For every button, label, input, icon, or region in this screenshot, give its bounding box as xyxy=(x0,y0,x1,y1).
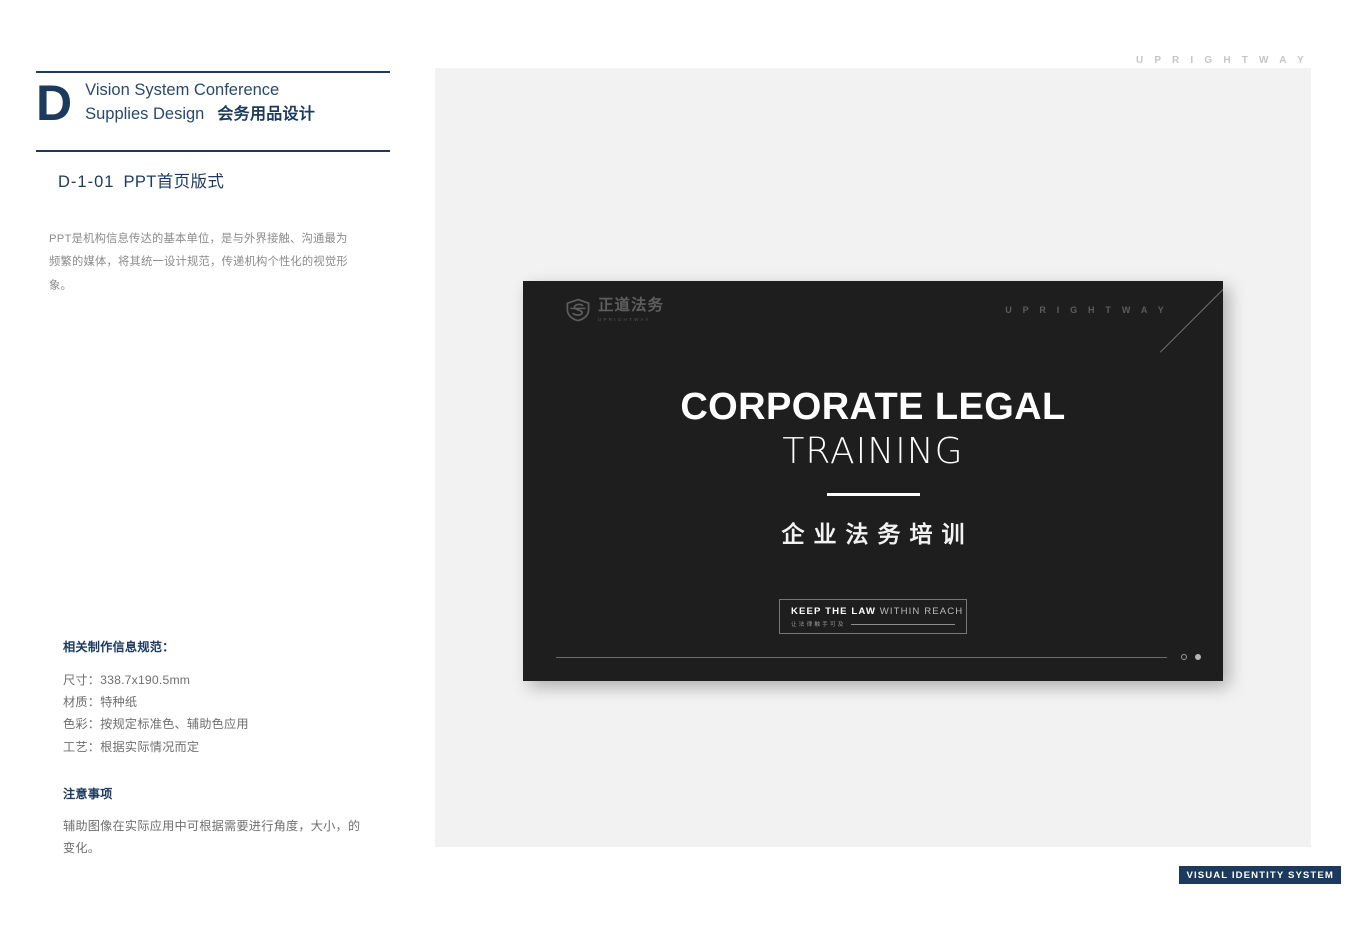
section-header-text: Vision System Conference Supplies Design… xyxy=(85,79,315,126)
shield-icon xyxy=(566,298,590,322)
corner-accent-line xyxy=(1151,281,1223,353)
slide-tagline-box: KEEP THE LAW WITHIN REACH 让法律触手可及 xyxy=(779,599,967,634)
pagination-dot-hollow-icon xyxy=(1181,654,1187,660)
notice-title: 注意事项 xyxy=(63,786,113,801)
spec-line-size: 尺寸：338.7x190.5mm xyxy=(63,673,191,687)
spec-line-material: 材质：特种纸 xyxy=(63,695,138,710)
tagline-bold: KEEP THE LAW xyxy=(791,606,876,617)
section-title-line-1: Vision System Conference xyxy=(85,81,280,100)
section-title-en: Supplies Design xyxy=(85,104,205,123)
section-code-name: PPT首页版式 xyxy=(123,173,225,191)
section-title-cn: 会务用品设计 xyxy=(217,105,316,123)
header-rule-top xyxy=(36,71,390,73)
page-wordmark: U P R I G H T W A Y xyxy=(1135,55,1308,66)
spec-line-color: 色彩：按规定标准色、辅助色应用 xyxy=(63,717,249,732)
slide-title-main: CORPORATE LEGAL xyxy=(680,386,1066,428)
slide-logo-cn: 正道法务 xyxy=(598,297,665,315)
slide-title-sub: TRAINING xyxy=(782,431,964,473)
title-divider xyxy=(826,493,920,497)
section-letter: D xyxy=(36,75,73,131)
slide-footer xyxy=(556,654,1201,660)
slide-title-group: CORPORATE LEGAL TRAINING 企业法务培训 xyxy=(523,386,1223,549)
slide-title-cn: 企业法务培训 xyxy=(781,521,974,548)
header-rule-bottom xyxy=(36,150,390,152)
pagination-dot-active-icon xyxy=(1195,654,1201,660)
tagline-cn: 让法律触手可及 xyxy=(791,622,846,628)
tagline-row: 让法律触手可及 xyxy=(791,620,955,628)
spec-line-process: 工艺：根据实际情况而定 xyxy=(63,739,200,754)
section-code-id: D-1-01 xyxy=(58,173,115,191)
notice-text: 辅助图像在实际应用中可根据需要进行角度，大小，的变化。 xyxy=(63,818,361,856)
tagline-light: WITHIN REACH xyxy=(879,606,964,617)
visual-identity-system-badge: VISUAL IDENTITY SYSTEM xyxy=(1179,866,1341,884)
spec-title: 相关制作信息规范： xyxy=(63,640,175,654)
slide-logo-text: 正道法务 UPRIGHTWAY xyxy=(598,297,665,322)
spec-block: 相关制作信息规范： 尺寸：338.7x190.5mm 材质：特种纸 色彩：按规定… xyxy=(63,637,383,860)
section-title-line-2: Supplies Design 会务用品设计 xyxy=(85,103,315,127)
info-column: D Vision System Conference Supplies Desi… xyxy=(0,0,430,927)
ppt-slide-preview: UPRIGHTWAY 正道法务 UPRIGHTWAY U P R I G H T… xyxy=(523,281,1223,681)
tagline-en: KEEP THE LAW WITHIN REACH xyxy=(791,606,962,617)
tagline-rule xyxy=(850,623,955,625)
footer-rule xyxy=(556,656,1167,658)
section-intro: PPT是机构信息传达的基本单位，是与外界接触、沟通最为频繁的媒体，将其统一设计规… xyxy=(49,233,348,292)
slide-logo-en: UPRIGHTWAY xyxy=(598,316,651,322)
section-header: D Vision System Conference Supplies Desi… xyxy=(36,78,315,128)
slide-wordmark: U P R I G H T W A Y xyxy=(1005,305,1168,315)
section-code-row: D-1-01 PPT首页版式 xyxy=(58,168,224,192)
slide-logo: 正道法务 UPRIGHTWAY xyxy=(565,297,665,322)
